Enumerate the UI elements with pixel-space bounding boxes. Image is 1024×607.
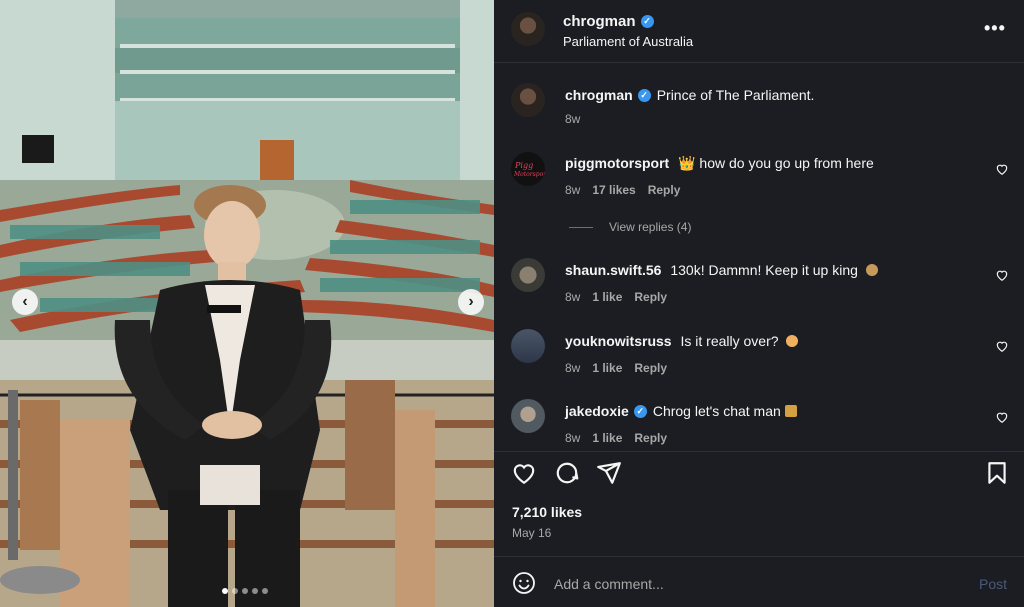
avatar[interactable]: Pigg Motorsport — [511, 152, 545, 186]
carousel-dot — [242, 588, 248, 594]
comment-username[interactable]: piggmotorsport — [565, 155, 669, 171]
comment-text: Is it really over? — [680, 333, 779, 349]
composer-divider — [494, 556, 1024, 557]
avatar[interactable] — [511, 399, 545, 433]
avatar[interactable] — [511, 258, 545, 292]
comment-username[interactable]: youknowitsruss — [565, 333, 672, 349]
share-icon[interactable] — [596, 460, 622, 486]
comment: shaun.swift.56 130k! Dammn! Keep it up k… — [565, 262, 878, 278]
comment-icon[interactable] — [554, 460, 580, 486]
comment: youknowitsruss Is it really over? — [565, 333, 799, 349]
comment-age: 8w — [565, 361, 581, 375]
piggmotorsport-logo-icon: Pigg Motorsport — [513, 161, 545, 178]
sad-face-emoji-icon — [786, 335, 799, 347]
comment-text: 👑 how do you go up from here — [678, 155, 874, 171]
comment-text: 130k! Dammn! Keep it up king — [670, 262, 858, 278]
verified-icon: ✓ — [637, 88, 651, 102]
post-photo: ‹ › — [0, 0, 494, 607]
comment-likes[interactable]: 1 like — [592, 431, 622, 445]
trophy-emoji-icon — [784, 405, 797, 417]
bookmark-icon[interactable] — [984, 460, 1010, 486]
comment-likes[interactable]: 1 like — [592, 290, 622, 304]
comment-meta: 8w 1 like Reply — [565, 361, 667, 375]
comment-username[interactable]: jakedoxie — [565, 403, 629, 419]
comment-age: 8w — [565, 183, 581, 197]
caption-age: 8w — [565, 112, 581, 126]
header-divider — [494, 62, 1024, 63]
view-replies-label[interactable]: View replies (4) — [609, 220, 691, 234]
svg-text:Motorsport: Motorsport — [513, 171, 545, 178]
parliament-photo-illustration — [0, 0, 494, 607]
comment-text: Chrog let's chat man — [652, 403, 781, 419]
comment-username[interactable]: shaun.swift.56 — [565, 262, 661, 278]
king-emoji-icon — [865, 264, 878, 276]
post-side-panel: chrogman ✓ Parliament of Australia ••• c… — [494, 0, 1024, 607]
comment: piggmotorsport 👑 how do you go up from h… — [565, 155, 874, 172]
comment-input[interactable] — [554, 574, 934, 594]
caption: chrogman ✓ Prince of The Parliament. — [565, 87, 814, 103]
chevron-left-icon[interactable]: ‹ — [12, 289, 38, 315]
post-date: May 16 — [512, 526, 552, 540]
reply-button[interactable]: Reply — [634, 361, 667, 375]
carousel-dots — [222, 588, 268, 594]
replies-divider — [569, 226, 593, 228]
comment-age: 8w — [565, 290, 581, 304]
caption-text: Prince of The Parliament. — [656, 87, 815, 103]
comment-meta: 8w 17 likes Reply — [565, 183, 680, 197]
caption-meta: 8w — [565, 112, 580, 126]
carousel-dot — [232, 588, 238, 594]
carousel-dot — [222, 588, 228, 594]
chevron-right-icon[interactable]: › — [458, 289, 484, 315]
caption-username[interactable]: chrogman — [565, 87, 633, 103]
post-author[interactable]: chrogman ✓ — [563, 13, 654, 30]
likes-count[interactable]: 7,210 likes — [512, 504, 582, 520]
carousel-dot — [252, 588, 258, 594]
comment: jakedoxie ✓ Chrog let's chat man — [565, 403, 797, 419]
avatar[interactable] — [511, 83, 545, 117]
reply-button[interactable]: Reply — [634, 290, 667, 304]
reply-button[interactable]: Reply — [634, 431, 667, 445]
post-author-username[interactable]: chrogman — [563, 13, 636, 30]
heart-icon[interactable] — [995, 268, 1009, 282]
actions-divider — [494, 451, 1024, 452]
more-icon[interactable]: ••• — [984, 18, 1006, 39]
svg-text:Pigg: Pigg — [514, 161, 533, 170]
carousel-dot — [262, 588, 268, 594]
post-location[interactable]: Parliament of Australia — [563, 34, 693, 49]
heart-icon[interactable] — [995, 162, 1009, 176]
verified-icon: ✓ — [640, 15, 654, 28]
avatar[interactable] — [511, 12, 545, 46]
comment-age: 8w — [565, 431, 581, 445]
verified-icon: ✓ — [633, 404, 647, 418]
comment-meta: 8w 1 like Reply — [565, 290, 667, 304]
comment-meta: 8w 1 like Reply — [565, 431, 667, 445]
comment-likes[interactable]: 1 like — [592, 361, 622, 375]
post-button[interactable]: Post — [979, 576, 1007, 592]
reply-button[interactable]: Reply — [648, 183, 681, 197]
heart-icon[interactable] — [511, 460, 537, 486]
heart-icon[interactable] — [995, 410, 1009, 424]
comment-likes[interactable]: 17 likes — [592, 183, 635, 197]
view-replies-button[interactable]: View replies (4) — [569, 220, 691, 234]
heart-icon[interactable] — [995, 339, 1009, 353]
avatar[interactable] — [511, 329, 545, 363]
emoji-icon[interactable] — [512, 571, 536, 595]
